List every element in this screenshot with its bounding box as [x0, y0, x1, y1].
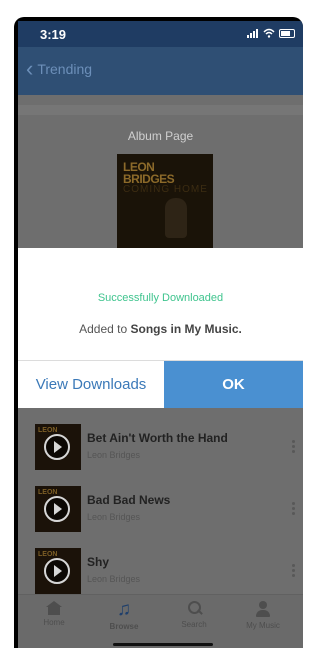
- battery-icon: [279, 28, 295, 38]
- more-options-icon[interactable]: [292, 564, 295, 579]
- tab-browse[interactable]: ♫ Browse: [94, 599, 154, 631]
- song-row[interactable]: LEON Bet Ain't Worth the Hand Leon Bridg…: [18, 420, 303, 478]
- song-artist: Leon Bridges: [87, 450, 141, 460]
- tab-label: My Music: [246, 621, 280, 630]
- signal-icon: [247, 28, 259, 38]
- play-icon[interactable]: [44, 434, 70, 460]
- song-artist: Leon Bridges: [87, 574, 141, 584]
- song-row[interactable]: LEON Bad Bad News Leon Bridges: [18, 482, 303, 540]
- page-title: Album Page: [127, 129, 194, 143]
- back-button[interactable]: ‹ Trending: [26, 56, 93, 81]
- cover-artist-text: LEON BRIDGES: [123, 160, 175, 186]
- tab-bar: Home ♫ Browse Search My Music: [18, 594, 303, 648]
- user-icon: [256, 601, 270, 618]
- song-title: Bet Ain't Worth the Hand: [87, 431, 228, 445]
- song-thumbnail: LEON: [35, 486, 81, 532]
- dialog-title: Successfully Downloaded: [97, 292, 224, 304]
- phone-frame: 3:19 ‹ Trending Album Page LEON BRIDGES …: [14, 17, 303, 648]
- thumbnail-text: LEON: [38, 551, 58, 558]
- play-icon[interactable]: [44, 558, 70, 584]
- cover-portrait: [165, 198, 187, 238]
- app-screen: 3:19 ‹ Trending Album Page LEON BRIDGES …: [18, 21, 303, 648]
- home-icon: [46, 601, 62, 615]
- song-title: Bad Bad News: [87, 493, 171, 507]
- music-note-icon: ♫: [116, 599, 132, 620]
- song-artist: Leon Bridges: [87, 512, 141, 522]
- nav-bar: ‹ Trending: [18, 47, 303, 95]
- search-icon: [187, 601, 203, 617]
- header-band: [18, 105, 303, 115]
- wifi-icon: [263, 28, 275, 38]
- tab-label: Search: [181, 620, 207, 629]
- back-label: Trending: [37, 61, 93, 77]
- song-thumbnail: LEON: [35, 424, 81, 470]
- cover-album-text: COMING HOME: [123, 184, 208, 195]
- tab-label: Browse: [109, 622, 139, 631]
- status-time: 3:19: [40, 27, 67, 42]
- dialog-message: Added to Songs in My Music.: [18, 322, 303, 336]
- tab-home[interactable]: Home: [24, 601, 84, 627]
- status-icons: [247, 28, 295, 38]
- ok-button[interactable]: OK: [164, 361, 303, 408]
- chevron-left-icon: ‹: [26, 56, 34, 81]
- tab-search[interactable]: Search: [164, 601, 224, 629]
- more-options-icon[interactable]: [292, 502, 295, 517]
- more-options-icon[interactable]: [292, 440, 295, 455]
- tab-my-music[interactable]: My Music: [233, 601, 293, 630]
- download-dialog: Successfully Downloaded Added to Songs i…: [18, 248, 303, 408]
- album-cover: LEON BRIDGES COMING HOME: [117, 154, 213, 250]
- dialog-message-prefix: Added to: [79, 322, 131, 336]
- home-indicator[interactable]: [113, 643, 213, 646]
- dialog-message-destination: Songs in My Music.: [130, 322, 242, 336]
- thumbnail-text: LEON: [38, 489, 58, 496]
- status-bar: 3:19: [18, 21, 303, 47]
- tab-label: Home: [43, 618, 65, 627]
- thumbnail-text: LEON: [38, 427, 58, 434]
- song-title: Shy: [87, 555, 110, 569]
- song-thumbnail: LEON: [35, 548, 81, 594]
- play-icon[interactable]: [44, 496, 70, 522]
- view-downloads-button[interactable]: View Downloads: [18, 361, 164, 408]
